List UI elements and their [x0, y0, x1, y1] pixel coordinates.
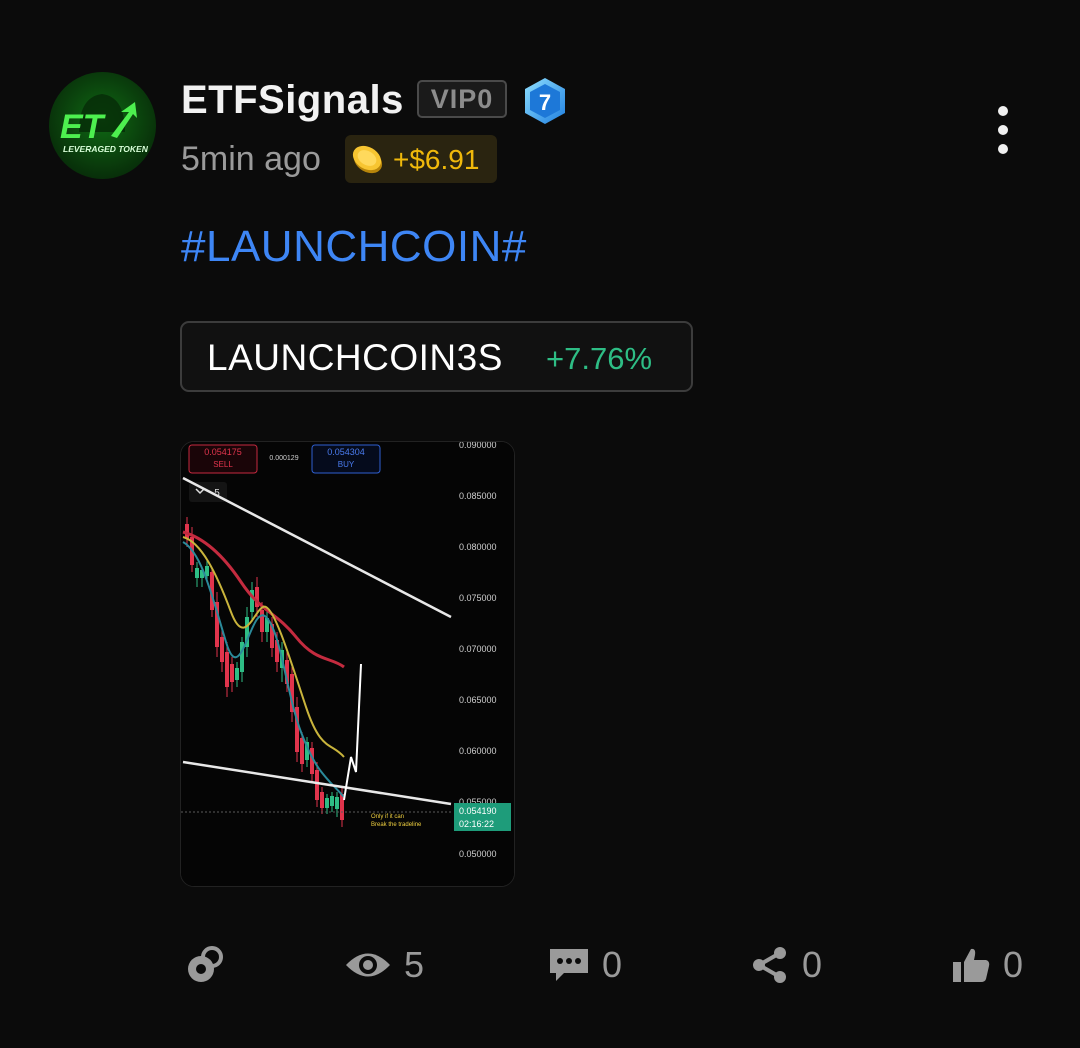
spread-value: 0.000129: [269, 455, 298, 462]
price-tick: 0.060000: [459, 746, 497, 756]
views-count: 5: [404, 944, 425, 985]
tip-amount: +$6.91: [393, 144, 480, 175]
sell-price: 0.054175: [204, 447, 242, 457]
thumbs-up-icon: [953, 948, 990, 982]
author-name[interactable]: ETFSignals: [181, 78, 404, 123]
price-tick: 0.065000: [459, 695, 497, 705]
svg-text:LEVERAGED TOKEN: LEVERAGED TOKEN: [63, 144, 149, 154]
price-tick: 0.070000: [459, 644, 497, 654]
price-tick: 0.075000: [459, 593, 497, 603]
price-tick: 0.050000: [459, 849, 497, 859]
chart-note-line1: Only if it can: [371, 814, 404, 820]
like-count: 0: [1003, 944, 1024, 985]
repost-button[interactable]: [184, 940, 224, 990]
ticker-card[interactable]: LAUNCHCOIN3S +7.76%: [180, 321, 693, 392]
share-count: 0: [802, 944, 823, 985]
coin-icon: [352, 145, 383, 174]
like-button[interactable]: 0: [951, 940, 1023, 990]
repost-icon: [188, 946, 223, 982]
buy-price: 0.054304: [327, 447, 365, 457]
buy-label: BUY: [338, 460, 355, 469]
ticker-symbol: LAUNCHCOIN3S: [207, 337, 503, 378]
current-price: 0.054190: [459, 806, 497, 816]
level-badge: 7: [525, 78, 565, 124]
svg-text:7: 7: [539, 90, 551, 115]
comment-button[interactable]: 0: [548, 940, 622, 990]
comment-icon: [550, 949, 588, 981]
tip-reward-badge[interactable]: +$6.91: [345, 135, 497, 183]
ticker-change: +7.76%: [546, 341, 653, 376]
author-avatar[interactable]: ET LEVERAGED TOKEN: [49, 72, 156, 179]
more-options-button[interactable]: [992, 106, 1014, 156]
price-tick: 0.085000: [459, 491, 497, 501]
price-tick: 0.090000: [459, 442, 497, 450]
views-counter: 5: [344, 940, 424, 990]
chart-screenshot[interactable]: 0.054175 SELL 0.000129 0.054304 BUY 5 0.…: [180, 441, 515, 887]
chart-note-line2: Break the tradeline: [371, 822, 422, 828]
share-button[interactable]: 0: [750, 940, 822, 990]
comment-count: 0: [602, 944, 623, 985]
svg-text:ET: ET: [60, 108, 107, 146]
price-tick: 0.080000: [459, 542, 497, 552]
candle-countdown: 02:16:22: [459, 819, 494, 829]
hashtag-link[interactable]: #LAUNCHCOIN#: [181, 222, 527, 272]
post-time: 5min ago: [181, 140, 321, 178]
sell-label: SELL: [213, 460, 233, 469]
share-icon: [753, 947, 786, 983]
etf-logo-icon: ET LEVERAGED TOKEN: [60, 94, 149, 154]
vip-badge: VIP0: [417, 80, 507, 118]
eye-icon: [346, 953, 390, 977]
